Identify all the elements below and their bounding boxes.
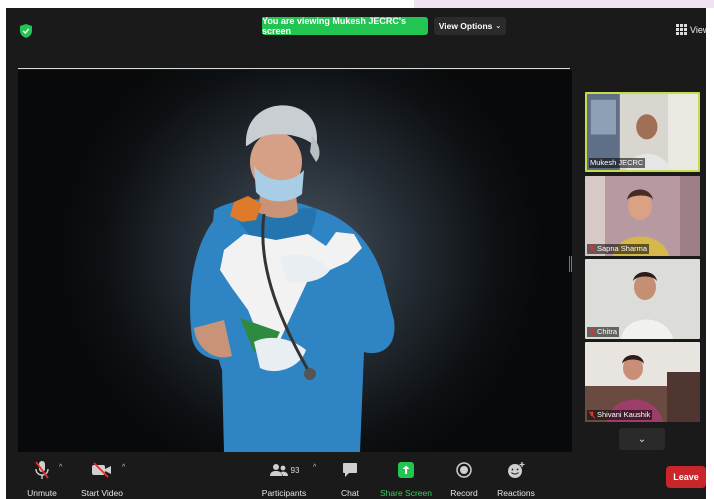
video-off-icon: [92, 462, 111, 478]
video-options-caret[interactable]: ^: [122, 464, 125, 471]
security-shield-icon[interactable]: [20, 24, 32, 38]
participant-tile-sapna[interactable]: Sapna Sharma: [585, 176, 700, 256]
leave-label: Leave: [673, 472, 699, 482]
reactions-smiley-icon: [508, 462, 525, 478]
chat-icon: [343, 463, 357, 477]
participants-button[interactable]: 93 Participants: [252, 458, 316, 498]
participant-name: Mukesh JECRC: [590, 158, 644, 167]
window-top-edge: [0, 0, 714, 8]
participant-tile-mukesh[interactable]: Mukesh JECRC: [585, 92, 700, 172]
muted-mic-icon: [588, 328, 596, 336]
share-top-border: [18, 68, 570, 69]
chat-label: Chat: [341, 488, 359, 498]
nurse-with-india-map-illustration: [190, 105, 395, 452]
reactions-button[interactable]: Reactions: [484, 458, 548, 498]
muted-mic-icon: [588, 411, 596, 419]
grid-view-icon: [676, 24, 687, 35]
share-screen-label: Share Screen: [380, 488, 432, 498]
participants-count: 93: [290, 465, 300, 475]
muted-mic-icon: [588, 245, 596, 253]
mic-muted-icon: [35, 461, 49, 479]
panel-resize-handle[interactable]: [569, 256, 572, 272]
record-label: Record: [450, 488, 478, 498]
chevron-down-icon: ⌄: [495, 23, 502, 30]
participants-label: Participants: [261, 488, 307, 498]
shared-screen: [18, 70, 572, 452]
audio-options-caret[interactable]: ^: [59, 464, 62, 471]
participant-name-tag: Sapna Sharma: [587, 244, 650, 254]
participant-name: Sapna Sharma: [597, 244, 648, 253]
reactions-label: Reactions: [497, 488, 535, 498]
share-screen-button[interactable]: Share Screen: [374, 458, 438, 498]
chevron-down-icon: ⌄: [637, 433, 647, 445]
banner-text: You are viewing Mukesh JECRC's screen: [262, 16, 407, 36]
participant-name: Chitra: [597, 327, 618, 336]
start-video-label: Start Video: [81, 488, 123, 498]
participant-name-tag: Shivani Kaushik: [587, 410, 653, 420]
participant-tile-chitra[interactable]: Chitra: [585, 259, 700, 339]
meeting-toolbar: Unmute ^ Start Video ^ 93 Participants ^…: [6, 454, 706, 499]
view-label: View: [690, 24, 706, 35]
leave-button[interactable]: Leave: [666, 466, 706, 488]
chat-button[interactable]: Chat: [318, 458, 382, 498]
participant-name-tag: Chitra: [587, 327, 620, 337]
view-options-label: View Options: [438, 21, 493, 31]
record-icon: [456, 462, 472, 478]
participants-options-caret[interactable]: ^: [313, 464, 316, 471]
view-button[interactable]: View: [676, 24, 706, 35]
share-screen-icon: [398, 462, 414, 478]
unmute-button[interactable]: Unmute: [10, 458, 74, 498]
unmute-label: Unmute: [27, 488, 57, 498]
participant-tile-shivani[interactable]: Shivani Kaushik: [585, 342, 700, 422]
zoom-meeting-window: You are viewing Mukesh JECRC's screen Vi…: [6, 8, 706, 499]
viewing-screen-banner: You are viewing Mukesh JECRC's screen: [262, 16, 428, 36]
scroll-down-button[interactable]: ⌄: [619, 428, 665, 450]
participant-name: Shivani Kaushik: [597, 410, 651, 419]
participant-name-tag: Mukesh JECRC: [589, 158, 646, 168]
view-options-button[interactable]: View Options ⌄: [434, 17, 506, 35]
participants-icon: [269, 464, 288, 476]
